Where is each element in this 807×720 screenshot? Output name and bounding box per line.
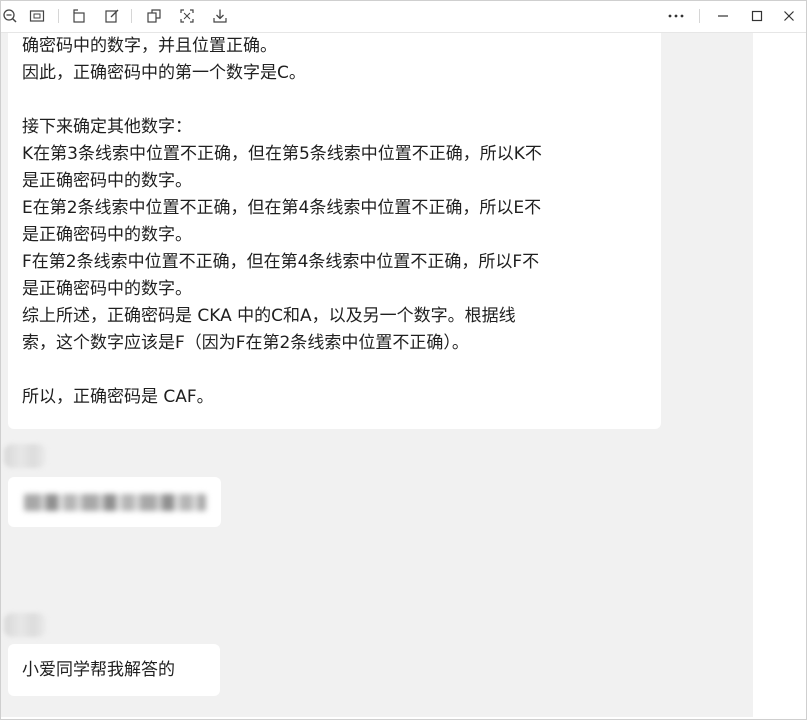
blurred-avatar: [4, 613, 46, 637]
answer-line: 是正确密码中的数字。: [22, 171, 192, 191]
minimize-icon[interactable]: [713, 6, 733, 26]
answer-line: 索，这个数字应该是F（因为F在第2条线索中位置不正确）。: [22, 333, 469, 353]
answer-blank-line: [22, 87, 647, 114]
answer-line: 接下来确定其他数字：: [22, 117, 192, 137]
toolbar-separator: [58, 9, 59, 23]
toolbar-separator: [699, 9, 700, 23]
last-message-bubble: 小爱同学帮我解答的: [8, 644, 220, 696]
close-icon[interactable]: [779, 6, 799, 26]
last-message-text: 小爱同学帮我解答的: [22, 660, 175, 680]
crop-icon[interactable]: [177, 6, 197, 26]
answer-message-bubble: 确密码中的数字，并且位置正确。 因此，正确密码中的第一个数字是C。 接下来确定其…: [8, 33, 661, 429]
fit-window-icon[interactable]: [27, 6, 47, 26]
answer-blank-line: [22, 357, 647, 384]
edit-icon[interactable]: [102, 6, 122, 26]
answer-line: 是正确密码中的数字。: [22, 279, 192, 299]
answer-line: 因此，正确密码中的第一个数字是C。: [22, 63, 306, 83]
answer-line: 所以，正确密码是 CAF。: [22, 387, 214, 407]
answer-line: 确密码中的数字，并且位置正确。: [22, 36, 277, 56]
answer-line: 综上所述，正确密码是 CKA 中的C和A，以及另一个数字。根据线: [22, 306, 516, 326]
copy-image-icon[interactable]: [144, 6, 164, 26]
viewer-toolbar: [0, 0, 807, 33]
answer-line: K在第3条线索中位置不正确，但在第5条线索中位置不正确，所以K不: [22, 144, 542, 164]
toolbar-separator: [131, 9, 132, 23]
answer-line: E在第2条线索中位置不正确，但在第4条线索中位置不正确，所以E不: [22, 198, 542, 218]
more-icon[interactable]: [666, 6, 686, 26]
blurred-text: [24, 494, 206, 511]
viewer-side-area: [753, 33, 807, 717]
rotate-icon[interactable]: [69, 6, 89, 26]
image-canvas: 确密码中的数字，并且位置正确。 因此，正确密码中的第一个数字是C。 接下来确定其…: [0, 33, 753, 717]
answer-line: 是正确密码中的数字。: [22, 225, 192, 245]
blurred-avatar: [4, 444, 46, 468]
zoom-out-icon[interactable]: [0, 6, 20, 26]
blurred-message-bubble: [8, 477, 221, 527]
maximize-icon[interactable]: [747, 6, 767, 26]
answer-line: F在第2条线索中位置不正确，但在第4条线索中位置不正确，所以F不: [22, 252, 540, 272]
download-icon[interactable]: [210, 6, 230, 26]
